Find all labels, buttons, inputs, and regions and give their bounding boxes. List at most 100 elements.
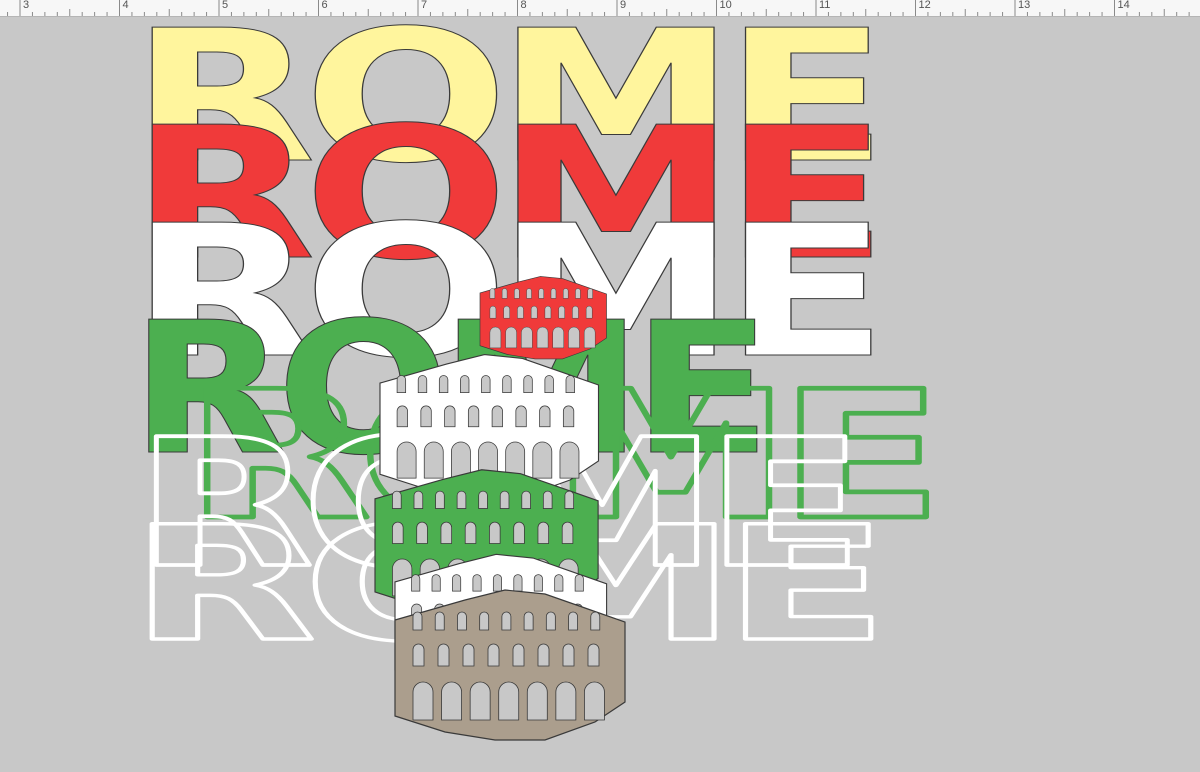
colosseum-arch	[412, 643, 425, 667]
colosseum-arch	[416, 521, 428, 544]
ruler-tick-label: 14	[1117, 0, 1130, 11]
colosseum-arch	[420, 405, 432, 428]
ruler-tick-label: 3	[23, 0, 30, 11]
colosseum-arch	[417, 375, 428, 393]
ruler-tick-label: 11	[819, 0, 831, 11]
colosseum-arch	[533, 574, 543, 592]
colosseum-arch	[587, 643, 600, 667]
colosseum-arch	[515, 405, 527, 428]
colosseum-arch	[489, 305, 497, 319]
ruler-tick-label: 7	[421, 0, 428, 11]
colosseum-arch	[499, 490, 510, 509]
colosseum-arch	[451, 441, 471, 479]
colosseum-arch	[544, 375, 554, 393]
colosseum-arch	[564, 490, 575, 509]
colosseum-arch	[434, 611, 445, 631]
colosseum-arch	[481, 375, 491, 393]
design-canvas[interactable]: ROMEROMEROMEROMEROMEROMEROME	[0, 0, 1200, 767]
colosseum-arch	[574, 574, 584, 592]
colosseum-arch	[452, 574, 462, 592]
colosseum-arch	[467, 405, 480, 428]
colosseum-arch	[537, 643, 550, 667]
colosseum-arch	[583, 326, 596, 349]
colosseum-arch	[392, 490, 402, 509]
colosseum-arch	[545, 611, 556, 631]
colosseum-arch	[505, 326, 517, 349]
colosseum-arch	[513, 521, 525, 544]
colosseum-arch	[489, 326, 502, 349]
colosseum-arch	[517, 305, 524, 319]
colosseum-arch	[521, 326, 533, 349]
colosseum-arch	[572, 305, 579, 319]
colosseum-arch	[536, 326, 549, 349]
colosseum-arch	[440, 521, 453, 544]
colosseum-arch	[411, 574, 421, 592]
colosseum-arch	[437, 643, 450, 667]
colosseum-arch	[492, 574, 502, 592]
colosseum-arch	[503, 305, 510, 319]
ruler-tick-label: 13	[1018, 0, 1031, 11]
colosseum-arch	[559, 441, 580, 479]
horizontal-ruler[interactable]: 3 4 5 6 7 8 9 10 11 12 13 14	[0, 0, 1200, 17]
colosseum-arch	[413, 490, 424, 509]
colosseum-arch	[530, 305, 538, 319]
colosseum-layer-5[interactable]	[394, 589, 626, 741]
ruler-tick-label: 4	[122, 0, 129, 11]
ruler-tick-label: 8	[520, 0, 527, 11]
colosseum-arch	[562, 405, 575, 428]
colosseum-arch	[554, 574, 564, 592]
colosseum-arch	[501, 288, 508, 299]
ruler-tick-label: 5	[222, 0, 229, 11]
colosseum-arch	[479, 611, 490, 631]
artwork[interactable]: ROMEROMEROMEROMEROMEROMEROME	[0, 0, 1200, 767]
colosseum-arch	[544, 305, 552, 319]
colosseum-arch	[462, 643, 475, 667]
ruler-tick-label: 9	[620, 0, 627, 11]
colosseum-arch	[396, 375, 407, 393]
colosseum-arch	[561, 521, 574, 544]
colosseum-arch	[498, 681, 520, 721]
colosseum-arch	[460, 375, 470, 393]
colosseum-arch	[457, 611, 467, 631]
colosseum-arch	[441, 681, 462, 721]
colosseum-arch	[489, 288, 496, 299]
ruler-tick-label: 6	[321, 0, 328, 11]
colosseum-arch	[396, 405, 408, 428]
colosseum-arch	[489, 521, 501, 544]
colosseum-arch	[472, 574, 482, 592]
colosseum-arch	[444, 405, 456, 428]
colosseum-arch	[563, 288, 569, 299]
colosseum-arch	[526, 681, 548, 721]
colosseum-arch	[538, 288, 544, 299]
colosseum-arch	[487, 643, 500, 667]
colosseum-arch	[587, 288, 593, 299]
colosseum-arch	[568, 611, 578, 631]
colosseum-arch	[501, 611, 512, 631]
colosseum-arch	[523, 375, 533, 393]
colosseum-arch	[523, 611, 534, 631]
colosseum-arch	[590, 611, 601, 631]
colosseum-arch	[562, 643, 575, 667]
colosseum-arch	[478, 490, 488, 509]
ruler-tick-label: 10	[719, 0, 732, 11]
colosseum-arch	[568, 326, 580, 349]
colosseum-arch	[502, 375, 512, 393]
colosseum-arch	[521, 490, 531, 509]
colosseum-layer-1[interactable]	[479, 276, 607, 360]
colosseum-arch	[438, 375, 449, 393]
colosseum-arch	[435, 490, 445, 509]
colosseum-arch	[550, 288, 557, 299]
colosseum-arch	[431, 574, 441, 592]
colosseum-arch	[575, 288, 581, 299]
ruler-tick-label: 12	[918, 0, 931, 11]
colosseum-arch	[526, 288, 532, 299]
colosseum-arch	[584, 681, 605, 721]
colosseum-arch	[513, 574, 523, 592]
colosseum-arch	[514, 288, 520, 299]
colosseum-arch	[464, 521, 477, 544]
colosseum-arch	[412, 611, 423, 631]
colosseum-arch	[537, 521, 550, 544]
colosseum-arch	[532, 441, 553, 479]
colosseum-arch	[558, 305, 565, 319]
colosseum-arch	[412, 681, 434, 721]
